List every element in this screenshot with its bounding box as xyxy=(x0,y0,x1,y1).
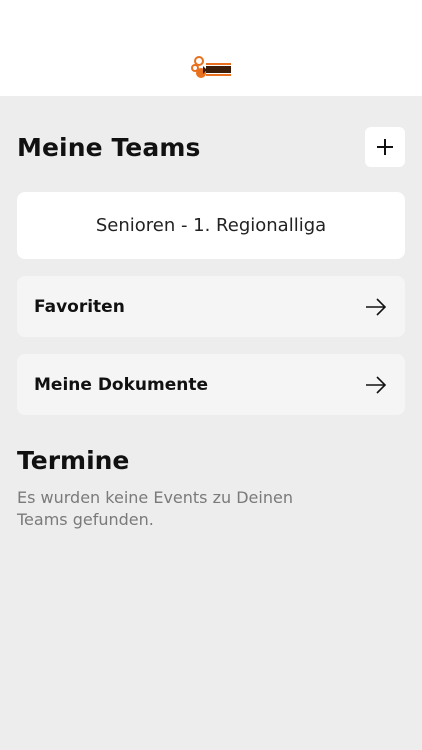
favorites-link[interactable]: Favoriten xyxy=(17,276,405,337)
club-logo-icon xyxy=(191,56,231,78)
team-item-label: Senioren - 1. Regionalliga xyxy=(95,215,327,236)
add-team-button[interactable] xyxy=(365,127,405,167)
plus-icon xyxy=(377,139,393,155)
app-screen: Meine Teams Senioren - 1. Regionalliga F… xyxy=(0,0,422,750)
events-empty-message: Es wurden keine Events zu Deinen Teams g… xyxy=(17,488,293,529)
favorites-label: Favoriten xyxy=(34,296,125,317)
events-title: Termine xyxy=(17,446,130,475)
arrow-right-icon xyxy=(366,297,387,316)
documents-link[interactable]: Meine Dokumente xyxy=(17,354,405,415)
main-content: Meine Teams Senioren - 1. Regionalliga F… xyxy=(0,127,422,531)
app-header xyxy=(0,0,422,96)
teams-section-header: Meine Teams xyxy=(17,127,405,167)
arrow-right-icon xyxy=(366,375,387,394)
team-item[interactable]: Senioren - 1. Regionalliga xyxy=(17,192,405,259)
documents-label: Meine Dokumente xyxy=(34,374,209,395)
teams-title: Meine Teams xyxy=(17,132,201,162)
